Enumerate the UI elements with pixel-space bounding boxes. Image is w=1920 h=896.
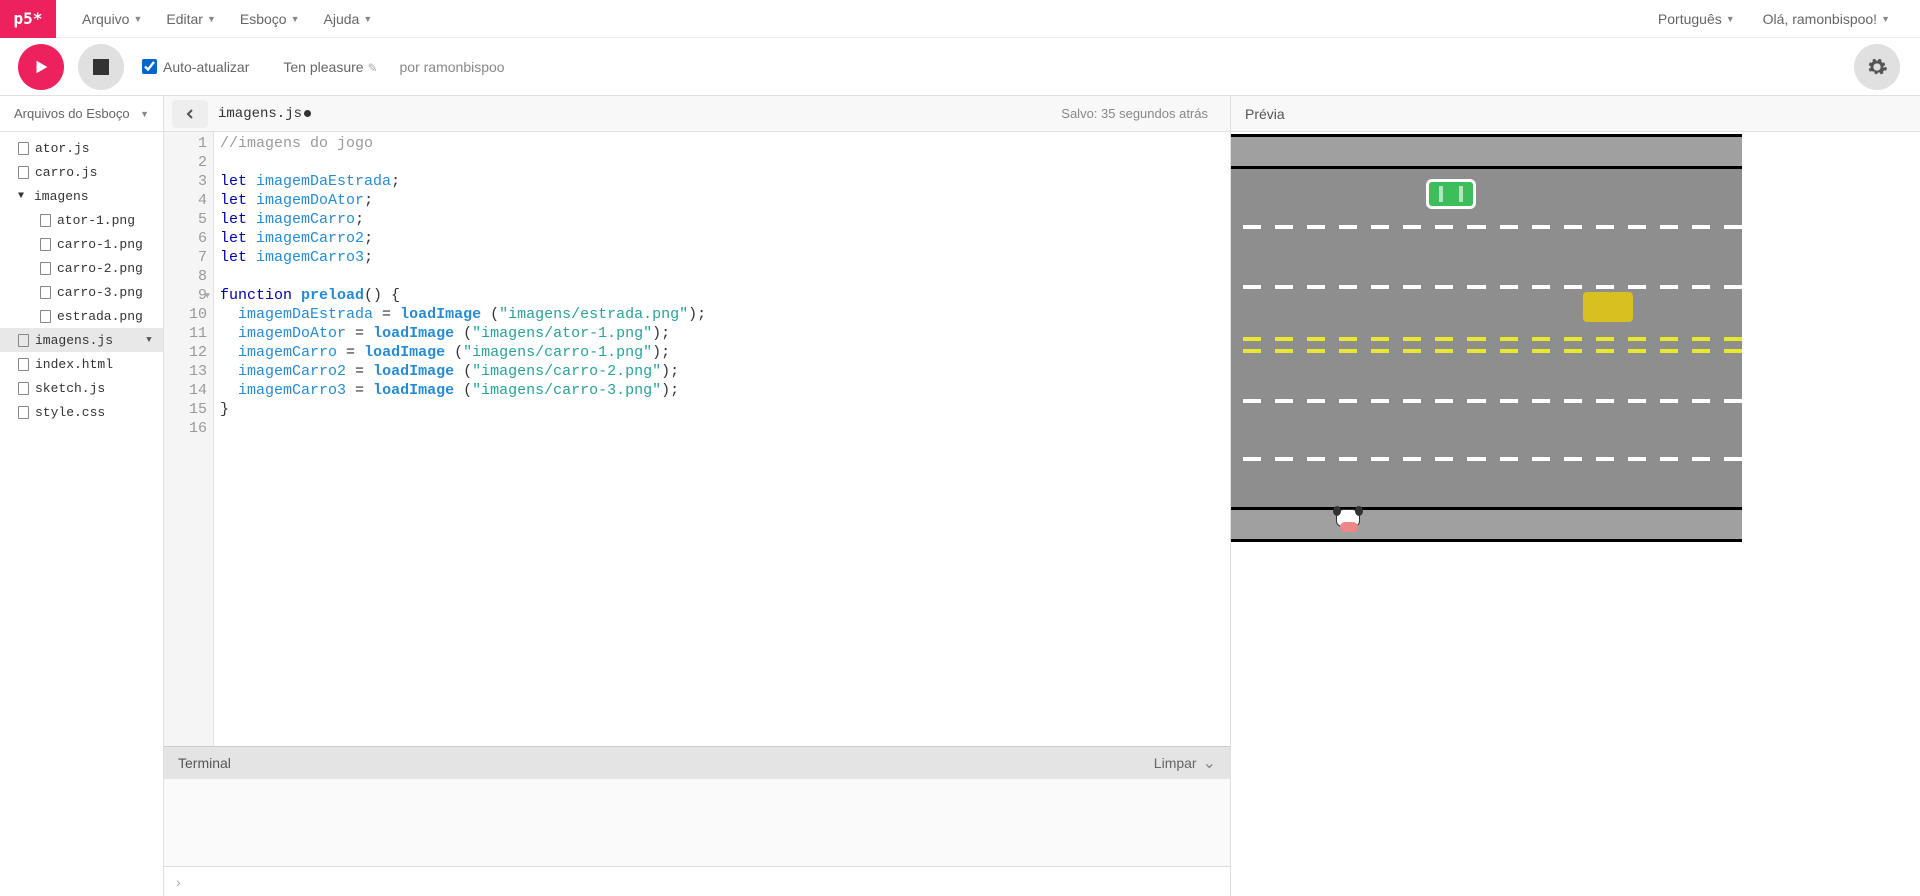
file-item-imagens[interactable]: ▼imagens: [0, 184, 163, 208]
project-author: por ramonbispoo: [400, 59, 505, 75]
editor-area: imagens.js Salvo: 35 segundos atrás 1234…: [164, 96, 1230, 896]
p5-logo[interactable]: p5*: [0, 0, 56, 38]
file-icon: [18, 406, 29, 419]
sketch-canvas[interactable]: [1231, 134, 1742, 542]
file-item-ator-1-png[interactable]: ator-1.png: [0, 208, 163, 232]
file-item-estrada-png[interactable]: estrada.png: [0, 304, 163, 328]
project-name[interactable]: Ten pleasure ✎: [283, 59, 377, 75]
road-shoulder-top: [1231, 137, 1742, 169]
file-item-style-css[interactable]: style.css: [0, 400, 163, 424]
fold-marker-icon[interactable]: ▼: [205, 287, 210, 306]
chevron-left-icon: [184, 108, 196, 120]
preview-canvas-wrap: [1231, 132, 1920, 896]
auto-refresh-toggle[interactable]: Auto-atualizar: [142, 59, 249, 75]
file-icon: [18, 142, 29, 155]
play-button[interactable]: [18, 44, 64, 90]
stop-button[interactable]: [78, 44, 124, 90]
chevron-down-icon: ▼: [1726, 14, 1735, 24]
main-content: Arquivos do Esboço▼ ator.jscarro.js▼imag…: [0, 96, 1920, 896]
editor-tab-bar: imagens.js Salvo: 35 segundos atrás: [164, 96, 1230, 132]
lane-marking: [1231, 457, 1742, 461]
pencil-icon: ✎: [367, 61, 377, 75]
collapse-sidebar-button[interactable]: [172, 100, 208, 128]
file-icon: [18, 358, 29, 371]
terminal-output: [164, 779, 1230, 866]
file-icon: [40, 286, 51, 299]
menu-account[interactable]: Olá, ramonbispoo!▼: [1753, 3, 1900, 35]
file-icon: [18, 166, 29, 179]
auto-refresh-label: Auto-atualizar: [163, 59, 249, 75]
toolbar: Auto-atualizar Ten pleasure ✎ por ramonb…: [0, 38, 1920, 96]
file-item-carro-3-png[interactable]: carro-3.png: [0, 280, 163, 304]
file-item-sketch-js[interactable]: sketch.js: [0, 376, 163, 400]
line-number-gutter: 123456789▼10111213141516: [164, 132, 214, 746]
preview-area: Prévia: [1230, 96, 1920, 896]
chevron-down-icon: ▼: [207, 14, 216, 24]
file-icon: [40, 238, 51, 251]
lane-marking: [1231, 399, 1742, 403]
file-tree: ator.jscarro.js▼imagensator-1.pngcarro-1…: [0, 132, 163, 896]
sidebar-header[interactable]: Arquivos do Esboço▼: [0, 96, 163, 132]
file-item-imagens-js[interactable]: imagens.js▼: [0, 328, 163, 352]
menu-esboco[interactable]: Esboço▼: [230, 3, 310, 35]
terminal-header[interactable]: Terminal Limpar ⌄: [164, 747, 1230, 779]
lane-marking: [1231, 225, 1742, 229]
terminal-label: Terminal: [178, 755, 231, 771]
top-menu-bar: p5* Arquivo▼ Editar▼ Esboço▼ Ajuda▼ Port…: [0, 0, 1920, 38]
unsaved-indicator-icon: [304, 110, 311, 117]
chevron-down-icon[interactable]: ⌄: [1203, 753, 1216, 773]
file-item-carro-2-png[interactable]: carro-2.png: [0, 256, 163, 280]
code-editor[interactable]: 123456789▼10111213141516 //imagens do jo…: [164, 132, 1230, 746]
road-background: [1231, 137, 1742, 539]
chevron-down-icon[interactable]: ▼: [143, 335, 155, 345]
menu-language[interactable]: Português▼: [1648, 3, 1745, 35]
center-line: [1231, 337, 1742, 341]
gear-icon: [1866, 56, 1888, 78]
actor-sprite: [1333, 509, 1363, 537]
chevron-down-icon: ▼: [291, 14, 300, 24]
menu-items-left: Arquivo▼ Editar▼ Esboço▼ Ajuda▼: [72, 3, 1648, 35]
chevron-right-icon: ›: [176, 874, 181, 890]
terminal-clear-button[interactable]: Limpar: [1154, 755, 1197, 771]
car-sprite-green: [1426, 179, 1476, 209]
current-file-tab[interactable]: imagens.js: [218, 106, 311, 122]
chevron-down-icon: ▼: [363, 14, 372, 24]
file-item-index-html[interactable]: index.html: [0, 352, 163, 376]
menu-items-right: Português▼ Olá, ramonbispoo!▼: [1648, 3, 1900, 35]
file-item-carro-js[interactable]: carro.js: [0, 160, 163, 184]
settings-button[interactable]: [1854, 44, 1900, 90]
file-icon: [18, 382, 29, 395]
file-icon: [40, 214, 51, 227]
file-item-carro-1-png[interactable]: carro-1.png: [0, 232, 163, 256]
file-icon: [40, 310, 51, 323]
road-shoulder-bottom: [1231, 507, 1742, 539]
folder-arrow-icon: ▼: [18, 191, 28, 202]
menu-arquivo[interactable]: Arquivo▼: [72, 3, 152, 35]
file-sidebar: Arquivos do Esboço▼ ator.jscarro.js▼imag…: [0, 96, 164, 896]
chevron-down-icon: ▼: [1881, 14, 1890, 24]
terminal-panel: Terminal Limpar ⌄ ›: [164, 746, 1230, 896]
menu-ajuda[interactable]: Ajuda▼: [314, 3, 383, 35]
file-item-ator-js[interactable]: ator.js: [0, 136, 163, 160]
play-icon: [32, 58, 50, 76]
file-icon: [18, 334, 29, 347]
menu-editar[interactable]: Editar▼: [156, 3, 226, 35]
auto-refresh-checkbox[interactable]: [142, 59, 157, 74]
lane-marking: [1231, 285, 1742, 289]
stop-icon: [93, 59, 109, 75]
save-status: Salvo: 35 segundos atrás: [1061, 106, 1208, 121]
car-sprite-yellow: [1583, 292, 1633, 322]
preview-header: Prévia: [1231, 96, 1920, 132]
chevron-down-icon: ▼: [140, 109, 149, 119]
chevron-down-icon: ▼: [133, 14, 142, 24]
terminal-input[interactable]: ›: [164, 866, 1230, 896]
center-line: [1231, 349, 1742, 353]
file-icon: [40, 262, 51, 275]
code-content[interactable]: //imagens do jogo let imagemDaEstrada; l…: [214, 132, 706, 746]
